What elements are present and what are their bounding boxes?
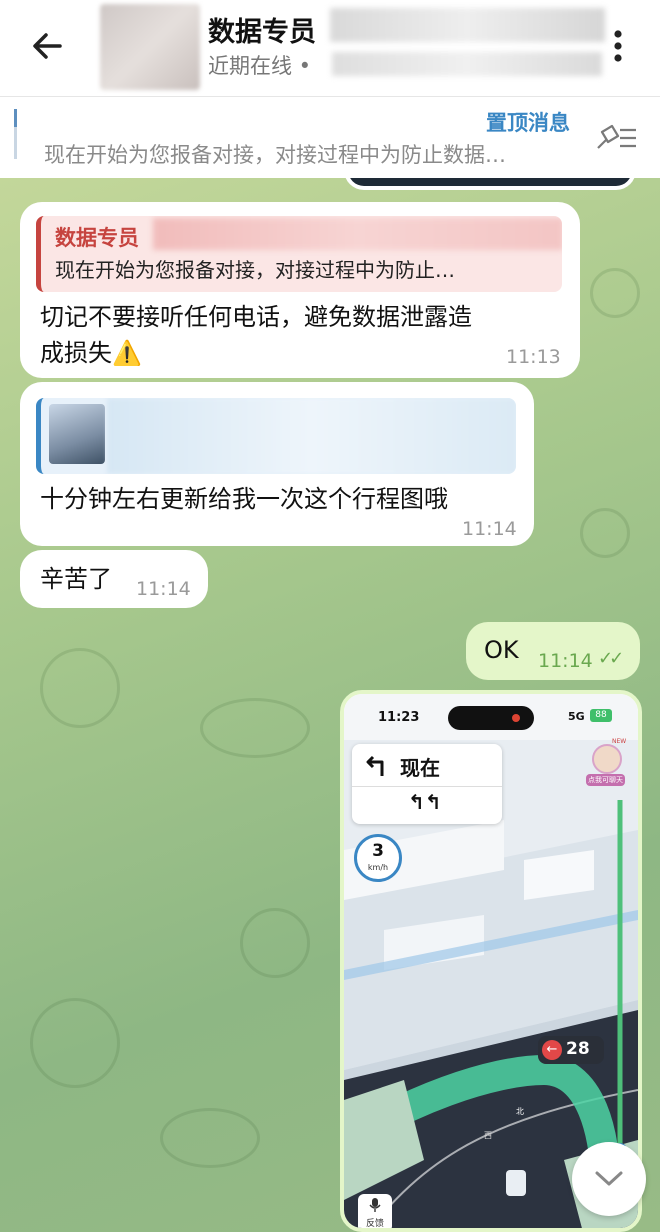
- arrow-left-icon: [33, 33, 62, 59]
- phone-status-bar: 11:23 5G 88: [344, 694, 638, 740]
- status-blur-mask: [332, 52, 602, 76]
- map-direction-west: 西: [484, 1131, 492, 1140]
- assistant-label: 点我可聊天: [586, 774, 625, 786]
- turn-distance-value: 28: [566, 1039, 590, 1059]
- message-time: 11:14: [538, 650, 593, 672]
- reply-quote[interactable]: 数据专员 现在开始为您报备对接，对接过程中为防止…: [36, 216, 562, 292]
- message-text: 十分钟左右更新给我一次这个行程图哦: [40, 485, 448, 513]
- left-arrow-icon: ←: [542, 1040, 562, 1060]
- message-text: 成损失: [40, 339, 112, 367]
- quote-text: 现在开始为您报备对接，对接过程中为防止…: [55, 258, 455, 282]
- read-receipt-icon: ✓✓: [598, 648, 624, 669]
- feedback-button[interactable]: 反馈: [358, 1194, 392, 1229]
- message-text: OK: [484, 636, 519, 664]
- pinned-title: 置顶消息: [486, 111, 570, 135]
- speed-gauge: 3 km/h: [354, 834, 402, 882]
- direction-label: 现在: [400, 756, 440, 780]
- feedback-label: 反馈: [365, 1219, 384, 1229]
- turn-left-icon: [366, 755, 384, 776]
- lane-arrows: ↰↰: [408, 790, 442, 814]
- wallpaper-doodle: [40, 648, 120, 728]
- pinned-text: 现在开始为您报备对接，对接过程中为防止数据…: [44, 143, 506, 167]
- pinned-message-bar[interactable]: 置顶消息 现在开始为您报备对接，对接过程中为防止数据…: [0, 96, 660, 178]
- chevron-down-icon: [595, 1171, 623, 1186]
- quote-blur-mask: [153, 218, 562, 250]
- message-bubble-incoming[interactable]: 十分钟左右更新给我一次这个行程图哦 11:14: [20, 382, 534, 546]
- warning-icon: ⚠️: [112, 339, 142, 367]
- speed-unit: km/h: [367, 863, 389, 872]
- chat-status: 近期在线 •: [208, 54, 312, 78]
- phone-time: 11:23: [378, 710, 420, 725]
- quote-blur-mask: [107, 398, 516, 474]
- assistant-avatar[interactable]: [592, 744, 622, 774]
- wallpaper-doodle: [160, 1108, 260, 1168]
- pinned-indicator-active: [14, 109, 17, 127]
- message-time: 11:13: [506, 346, 561, 368]
- dynamic-island: [448, 706, 534, 730]
- quote-thumbnail: [49, 404, 105, 464]
- microphone-icon: [369, 1198, 381, 1212]
- message-text: 辛苦了: [40, 565, 112, 593]
- contact-avatar[interactable]: [100, 4, 200, 90]
- map-direction-north: 北: [516, 1107, 524, 1116]
- wallpaper-doodle: [580, 508, 630, 558]
- message-bubble-outgoing[interactable]: OK 11:14 ✓✓: [466, 622, 640, 680]
- message-bubble-incoming[interactable]: 数据专员 现在开始为您报备对接，对接过程中为防止… 切记不要接听任何电话，避免数…: [20, 202, 580, 378]
- wallpaper-doodle: [30, 998, 120, 1088]
- message-time: 11:14: [462, 518, 517, 540]
- reply-quote[interactable]: [36, 398, 516, 474]
- chat-title[interactable]: 数据专员: [208, 10, 316, 49]
- message-text: 切记不要接听任何电话，避免数据泄露造: [40, 303, 472, 331]
- title-blur-mask: [330, 8, 605, 42]
- wallpaper-doodle: [240, 908, 310, 978]
- phone-battery: 88: [590, 709, 612, 722]
- wallpaper-doodle: [590, 268, 640, 318]
- chat-header: 数据专员 近期在线 •: [0, 0, 660, 96]
- previous-image-edge[interactable]: [344, 178, 636, 190]
- wallpaper-doodle: [200, 698, 310, 758]
- scroll-down-button[interactable]: [572, 1142, 646, 1216]
- back-button[interactable]: [28, 26, 72, 66]
- message-bubble-incoming[interactable]: 辛苦了 11:14: [20, 550, 208, 608]
- assistant-badge: NEW: [612, 738, 627, 745]
- menu-button[interactable]: [604, 24, 632, 68]
- phone-network: 5G: [568, 710, 585, 723]
- pin-list-icon[interactable]: [592, 122, 640, 154]
- quote-author: 数据专员: [55, 226, 139, 250]
- direction-card[interactable]: 现在 ↰↰: [352, 744, 502, 824]
- speed-value: 3: [372, 841, 384, 861]
- turn-distance-badge: ← 28: [538, 1036, 604, 1064]
- more-vertical-icon: [614, 30, 622, 62]
- message-time: 11:14: [136, 578, 191, 600]
